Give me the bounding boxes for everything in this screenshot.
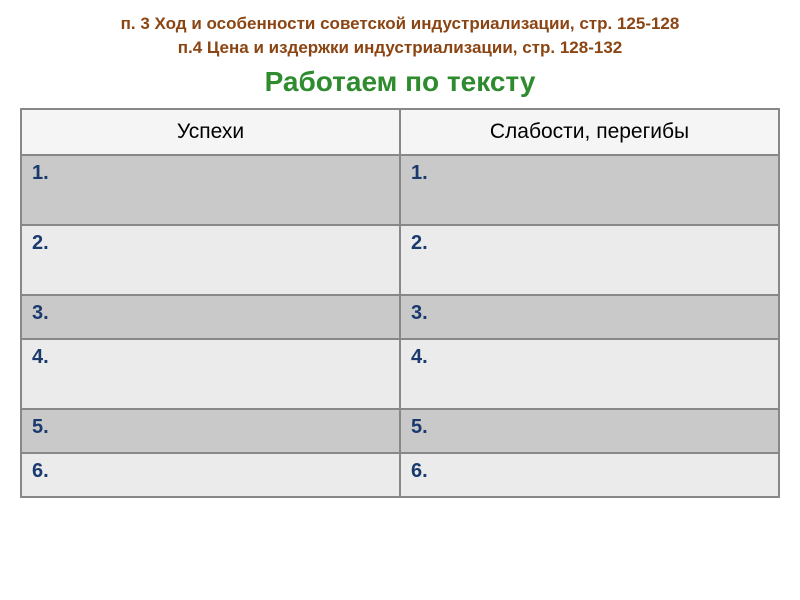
cell-weaknesses-3: 3. <box>400 295 779 339</box>
source-line-2: п.4 Цена и издержки индустриализации, ст… <box>20 36 780 60</box>
table-row: 5. 5. <box>21 409 779 453</box>
column-header-weaknesses: Слабости, перегибы <box>400 109 779 155</box>
cell-weaknesses-5: 5. <box>400 409 779 453</box>
table-row: 4. 4. <box>21 339 779 409</box>
cell-weaknesses-6: 6. <box>400 453 779 497</box>
table-row: 6. 6. <box>21 453 779 497</box>
cell-successes-5: 5. <box>21 409 400 453</box>
page-title: Работаем по тексту <box>20 66 780 98</box>
cell-weaknesses-2: 2. <box>400 225 779 295</box>
table-row: 1. 1. <box>21 155 779 225</box>
table-row: 2. 2. <box>21 225 779 295</box>
cell-successes-2: 2. <box>21 225 400 295</box>
source-line-1: п. 3 Ход и особенности советской индустр… <box>20 12 780 36</box>
column-header-successes: Успехи <box>21 109 400 155</box>
cell-successes-4: 4. <box>21 339 400 409</box>
cell-successes-1: 1. <box>21 155 400 225</box>
cell-weaknesses-1: 1. <box>400 155 779 225</box>
cell-weaknesses-4: 4. <box>400 339 779 409</box>
cell-successes-6: 6. <box>21 453 400 497</box>
table-header-row: Успехи Слабости, перегибы <box>21 109 779 155</box>
worksheet-table: Успехи Слабости, перегибы 1. 1. 2. 2. 3.… <box>20 108 780 498</box>
cell-successes-3: 3. <box>21 295 400 339</box>
header-block: п. 3 Ход и особенности советской индустр… <box>0 0 800 108</box>
table-row: 3. 3. <box>21 295 779 339</box>
